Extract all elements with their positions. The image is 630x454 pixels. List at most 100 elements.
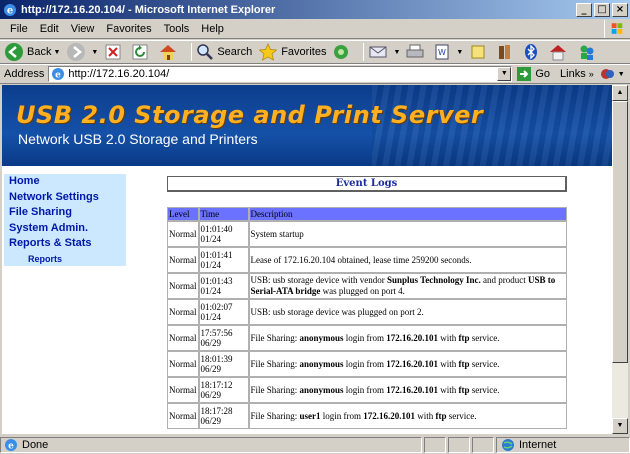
menu-help[interactable]: Help (195, 23, 230, 35)
description-text: login from (343, 358, 387, 369)
description-highlight: anonymous (299, 332, 344, 343)
cell-time: 18:01:39 06/29 (198, 351, 249, 377)
ie-logo-icon: e (4, 3, 16, 16)
cell-time: 18:17:28 06/29 (198, 403, 249, 429)
nav-system-admin[interactable]: System Admin. (4, 220, 126, 236)
description-highlight: 172.16.20.101 (386, 332, 439, 343)
scroll-down-button[interactable]: ▼ (612, 418, 628, 434)
stop-icon (105, 44, 121, 60)
network-home-icon (550, 45, 567, 61)
sticky-note-icon (471, 45, 485, 59)
description-text: File Sharing: (250, 384, 300, 395)
chevron-right-icon: » (588, 69, 594, 79)
windows-flag-icon (604, 20, 623, 38)
menu-edit[interactable]: Edit (34, 23, 65, 35)
nav-home[interactable]: Home (4, 174, 126, 190)
minimize-button[interactable]: _ (576, 2, 592, 17)
date-value: 01/24 (200, 312, 222, 322)
links-toolbar[interactable]: Links » ▼ (560, 67, 625, 81)
print-button[interactable] (406, 44, 427, 60)
forward-button[interactable]: ▼ (66, 42, 98, 62)
menu-favorites[interactable]: Favorites (100, 23, 157, 35)
description-highlight: Sunplus Technology Inc. (386, 275, 481, 285)
research-button[interactable] (496, 43, 517, 61)
description-highlight: user1 (299, 410, 321, 421)
window-title: http://172.16.20.104/ - Microsoft Intern… (21, 3, 276, 16)
back-button[interactable]: Back ▼ (4, 42, 60, 62)
date-value: 06/29 (200, 416, 222, 426)
links-label: Links (560, 68, 586, 80)
cell-level: Normal (167, 247, 199, 273)
table-row: Normal 01:01:43 01/24 USB: usb storage devi… (167, 273, 567, 299)
description-text: service. (469, 384, 500, 395)
vertical-scrollbar[interactable]: ▲ ▼ (612, 85, 628, 434)
nav-reports-stats[interactable]: Reports & Stats (4, 236, 126, 252)
scroll-thumb[interactable] (612, 101, 628, 363)
cell-description: File Sharing: anonymous login from 172.1… (248, 351, 567, 377)
bluetooth-button[interactable] (523, 43, 542, 61)
cell-description: File Sharing: anonymous login from 172.1… (248, 377, 567, 403)
status-text: Done (22, 439, 49, 451)
nav-file-sharing[interactable]: File Sharing (4, 205, 126, 221)
messenger-button[interactable] (577, 43, 600, 61)
description-highlight: ftp (458, 332, 470, 343)
home-network-button[interactable] (548, 43, 571, 61)
table-row: Normal 18:01:39 06/29 File Sharing: anonymo… (167, 351, 567, 377)
status-main: e Done (0, 437, 422, 453)
description-highlight: ftp (458, 384, 470, 395)
cell-time: 01:01:40 01/24 (198, 221, 249, 247)
address-input[interactable]: e http://172.16.20.104/ ▼ (48, 66, 513, 82)
nav-sub-reports[interactable]: Reports (4, 251, 126, 266)
maximize-button[interactable]: □ (594, 2, 610, 17)
status-bar: e Done Internet (0, 436, 630, 454)
mail-button[interactable]: ▼ (368, 44, 400, 60)
menu-file[interactable]: File (4, 23, 34, 35)
word-document-icon: W (435, 44, 449, 60)
window-title-bar[interactable]: e http://172.16.20.104/ - Microsoft Inte… (0, 0, 630, 19)
description-text: login from (320, 410, 364, 421)
svg-text:e: e (8, 442, 14, 452)
description-text: service. (469, 332, 500, 343)
table-row: Normal 18:17:12 06/29 File Sharing: anonymo… (167, 377, 567, 403)
description-highlight: 172.16.20.101 (386, 384, 439, 395)
home-button[interactable] (158, 43, 181, 61)
address-dropdown-button[interactable]: ▼ (497, 67, 512, 81)
menu-view[interactable]: View (65, 23, 101, 35)
stop-button[interactable] (104, 43, 125, 61)
refresh-button[interactable] (131, 43, 152, 61)
media-button[interactable] (332, 43, 353, 61)
description-text: service. (446, 410, 477, 421)
search-icon (197, 44, 214, 60)
menu-tools[interactable]: Tools (158, 23, 196, 35)
description-text: USB: usb storage device was plugged on p… (250, 306, 424, 317)
close-button[interactable]: × (612, 2, 628, 17)
page-viewport: USB 2.0 Storage and Print Server Network… (2, 85, 612, 434)
date-value: 06/29 (200, 338, 222, 348)
search-button[interactable]: Search (196, 43, 252, 61)
cell-time: 18:17:12 06/29 (198, 377, 249, 403)
table-row: Normal 01:01:41 01/24 Lease of 172.16.20.10… (167, 247, 567, 273)
description-text: and product (480, 275, 529, 285)
cell-level: Normal (167, 325, 199, 351)
go-button[interactable]: Go (516, 66, 550, 82)
notes-button[interactable] (469, 44, 490, 60)
table-row: Normal 01:02:07 01/24 USB: usb storage devi… (167, 299, 567, 325)
cell-level: Normal (167, 351, 199, 377)
bluetooth-icon (525, 44, 538, 60)
nav-network-settings[interactable]: Network Settings (4, 189, 126, 205)
edit-button[interactable]: W ▼ (433, 44, 463, 60)
description-text: with (438, 332, 459, 343)
description-text: System startup (250, 228, 304, 239)
scroll-up-button[interactable]: ▲ (612, 85, 628, 101)
cell-level: Normal (167, 299, 199, 325)
favorites-button[interactable]: Favorites (258, 43, 326, 61)
security-zone: Internet (496, 437, 630, 453)
time-value: 18:01:39 (200, 354, 233, 364)
svg-text:e: e (55, 71, 61, 81)
event-log-table: Level Time Description Normal 01:01:40 01/… (167, 207, 567, 429)
cell-level: Normal (167, 403, 199, 429)
menu-bar: File Edit View Favorites Tools Help (0, 19, 630, 39)
home-icon (160, 45, 177, 60)
refresh-icon (132, 44, 148, 60)
time-value: 17:57:56 (200, 328, 233, 338)
